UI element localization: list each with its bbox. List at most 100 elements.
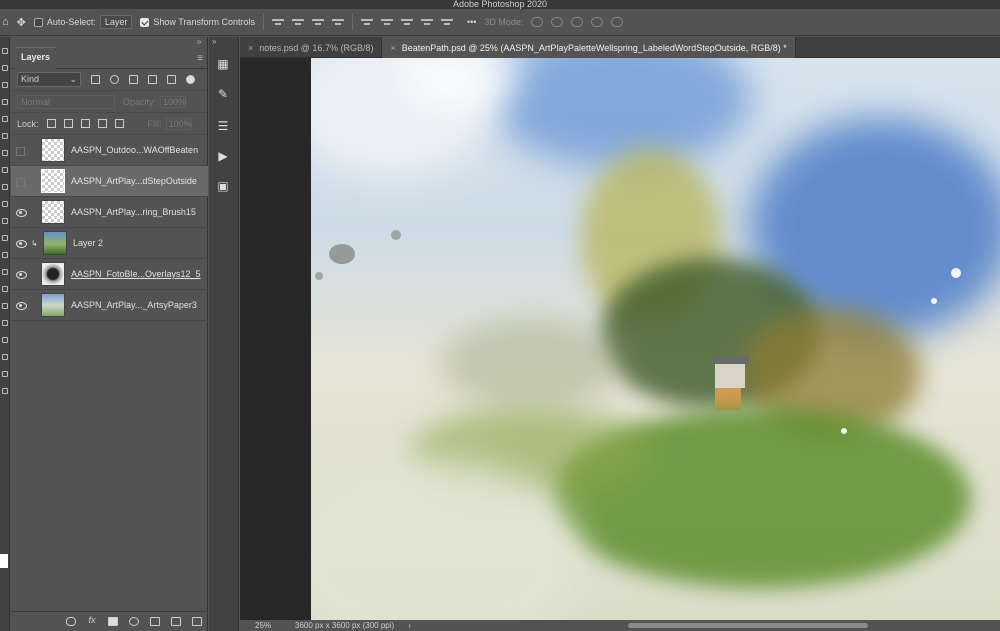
zoom-tool-icon[interactable] bbox=[2, 371, 8, 377]
hand-tool-icon[interactable] bbox=[2, 354, 8, 360]
libraries-icon[interactable]: ▦ bbox=[215, 57, 231, 71]
blend-mode-dropdown[interactable]: Normal bbox=[17, 94, 115, 109]
type-tool-icon[interactable] bbox=[2, 303, 8, 309]
marquee-tool-icon[interactable] bbox=[2, 48, 8, 54]
clipping-mask-icon: ↳ bbox=[31, 238, 38, 248]
trash-icon[interactable] bbox=[192, 617, 202, 626]
distribute-spacing-icon[interactable] bbox=[440, 17, 453, 27]
layer-row[interactable]: AASPN_ArtPlay..._ArtsyPaper3 bbox=[11, 290, 208, 321]
link-layers-icon[interactable] bbox=[66, 617, 76, 626]
move-tool-icon[interactable]: ✥ bbox=[17, 16, 26, 29]
eye-icon[interactable] bbox=[11, 197, 29, 228]
align-middle-icon[interactable] bbox=[380, 17, 393, 27]
layer-thumbnail bbox=[41, 293, 65, 317]
canvas-area[interactable] bbox=[240, 58, 1000, 620]
close-icon[interactable]: × bbox=[248, 43, 253, 53]
panel-menu-icon[interactable]: ≡ bbox=[197, 53, 203, 64]
artwork-canvas[interactable] bbox=[311, 58, 1000, 620]
quick-select-tool-icon[interactable] bbox=[2, 82, 8, 88]
lock-position-icon[interactable] bbox=[80, 119, 90, 128]
eraser-tool-icon[interactable] bbox=[2, 218, 8, 224]
filter-type-icon[interactable] bbox=[129, 75, 138, 84]
lock-all-icon[interactable] bbox=[114, 119, 124, 128]
foreground-color-swatch[interactable] bbox=[0, 554, 8, 568]
actions-play-icon[interactable]: ▶ bbox=[215, 149, 231, 163]
pen-tool-icon[interactable] bbox=[2, 286, 8, 292]
roll-3d-icon[interactable] bbox=[551, 17, 564, 27]
filter-adjustment-icon[interactable] bbox=[110, 75, 119, 84]
pan-3d-icon[interactable] bbox=[571, 17, 584, 27]
path-select-tool-icon[interactable] bbox=[2, 320, 8, 326]
slide-3d-icon[interactable] bbox=[591, 17, 604, 27]
tab-notes[interactable]: × notes.psd @ 16.7% (RGB/8) bbox=[240, 37, 383, 58]
layer-row-selected[interactable]: AASPN_ArtPlay...dStepOutside bbox=[11, 166, 208, 197]
auto-select-checkbox[interactable] bbox=[33, 17, 43, 27]
distribute-icon[interactable] bbox=[331, 17, 344, 27]
dock-collapse-icon[interactable]: » bbox=[212, 37, 216, 46]
align-top-icon[interactable] bbox=[360, 17, 373, 27]
lasso-tool-icon[interactable] bbox=[2, 65, 8, 71]
fill-input[interactable]: 100% bbox=[165, 117, 192, 130]
close-icon[interactable]: × bbox=[390, 43, 395, 53]
shape-tool-icon[interactable] bbox=[2, 337, 8, 343]
scale-3d-icon[interactable] bbox=[611, 17, 624, 27]
visibility-toggle-icon[interactable] bbox=[11, 166, 29, 197]
distribute-vertical-icon[interactable] bbox=[420, 17, 433, 27]
more-tools-icon[interactable] bbox=[2, 388, 8, 394]
filter-smart-object-icon[interactable] bbox=[167, 75, 176, 84]
new-layer-icon[interactable] bbox=[171, 617, 181, 626]
add-mask-icon[interactable] bbox=[108, 617, 118, 626]
align-center-icon[interactable] bbox=[291, 17, 304, 27]
dodge-tool-icon[interactable] bbox=[2, 269, 8, 275]
show-transform-checkbox[interactable] bbox=[140, 17, 150, 27]
clone-stamp-tool-icon[interactable] bbox=[2, 184, 8, 190]
layer-row[interactable]: ↳ Layer 2 bbox=[11, 228, 208, 259]
show-transform-toggle[interactable]: Show Transform Controls bbox=[140, 17, 255, 27]
history-brush-tool-icon[interactable] bbox=[2, 201, 8, 207]
filter-kind-dropdown[interactable]: Kind ⌄ bbox=[17, 72, 81, 87]
group-folder-icon[interactable] bbox=[150, 617, 160, 626]
auto-select-label: Auto-Select: bbox=[46, 17, 96, 27]
eye-icon[interactable] bbox=[11, 228, 29, 259]
crop-tool-icon[interactable] bbox=[2, 99, 8, 105]
status-menu-arrow-icon[interactable]: › bbox=[408, 621, 411, 630]
layer-style-fx-button[interactable]: fx bbox=[87, 616, 97, 626]
lock-image-icon[interactable] bbox=[63, 119, 73, 128]
auto-select-target-dropdown[interactable]: Layer bbox=[99, 15, 133, 29]
filter-toggle-icon[interactable] bbox=[186, 75, 195, 84]
filter-shape-icon[interactable] bbox=[148, 75, 157, 84]
brush-settings-icon[interactable]: ✎ bbox=[215, 87, 231, 101]
horizontal-scrollbar[interactable] bbox=[628, 623, 868, 628]
blur-tool-icon[interactable] bbox=[2, 252, 8, 258]
layer-row[interactable]: AASPN_ArtPlay...ring_Brush15 bbox=[11, 197, 208, 228]
layer-row[interactable]: AASPN_FotoBle...Overlays12_5 bbox=[11, 259, 208, 290]
window-title: Adobe Photoshop 2020 bbox=[0, 0, 1000, 9]
brush-tool-icon[interactable] bbox=[2, 167, 8, 173]
healing-tool-icon[interactable] bbox=[2, 150, 8, 156]
orbit-3d-icon[interactable] bbox=[531, 17, 544, 27]
tab-beatenpath[interactable]: × BeatenPath.psd @ 25% (AASPN_ArtPlayPal… bbox=[382, 37, 796, 58]
adjustment-layer-icon[interactable] bbox=[129, 617, 139, 626]
eyedropper-tool-icon[interactable] bbox=[2, 133, 8, 139]
auto-select-toggle[interactable]: Auto-Select: Layer bbox=[33, 15, 133, 29]
adjustments-icon[interactable]: ☰ bbox=[215, 119, 231, 133]
layer-row[interactable]: AASPN_Outdoo...WAOffBeaten bbox=[11, 135, 208, 166]
gradient-tool-icon[interactable] bbox=[2, 235, 8, 241]
properties-icon[interactable]: ▣ bbox=[215, 179, 231, 193]
more-options-button[interactable]: ••• bbox=[467, 17, 476, 27]
opacity-input[interactable]: 100% bbox=[160, 95, 186, 108]
home-icon[interactable]: ⌂ bbox=[2, 16, 9, 28]
lock-artboard-icon[interactable] bbox=[97, 119, 107, 128]
align-left-icon[interactable] bbox=[271, 17, 284, 27]
zoom-level[interactable]: 25% bbox=[255, 621, 271, 630]
eye-icon[interactable] bbox=[11, 259, 29, 290]
lock-transparency-icon[interactable] bbox=[46, 119, 56, 128]
barn bbox=[715, 388, 741, 410]
eye-icon[interactable] bbox=[11, 290, 29, 321]
frame-tool-icon[interactable] bbox=[2, 116, 8, 122]
align-bottom-icon[interactable] bbox=[400, 17, 413, 27]
tab-layers[interactable]: Layers bbox=[15, 47, 57, 69]
visibility-toggle-icon[interactable] bbox=[11, 135, 29, 166]
filter-pixel-icon[interactable] bbox=[91, 75, 100, 84]
align-right-icon[interactable] bbox=[311, 17, 324, 27]
